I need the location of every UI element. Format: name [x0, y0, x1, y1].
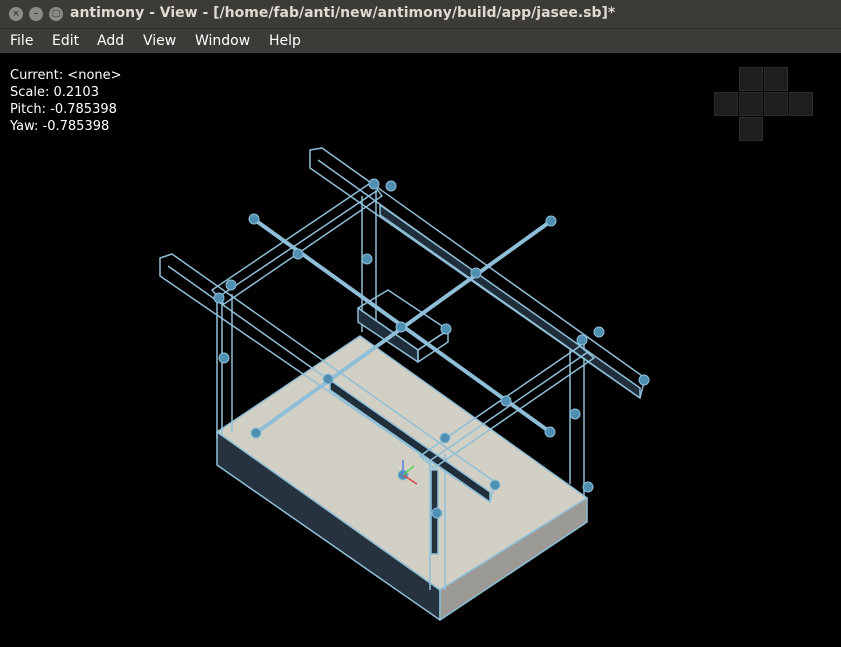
handle-corner-left-b[interactable]	[213, 292, 225, 304]
menu-view[interactable]: View	[143, 33, 176, 49]
minimize-icon[interactable]: –	[29, 7, 43, 21]
3d-scene	[159, 147, 650, 621]
handle-carriage-b[interactable]	[440, 323, 452, 335]
menu-window[interactable]: Window	[195, 33, 250, 49]
handle-rod-b-mid[interactable]	[470, 267, 482, 279]
handle-post-back[interactable]	[361, 253, 373, 265]
title-bar: × – □ antimony - View - [/home/fab/anti/…	[0, 0, 841, 28]
handle-crossbeam-right[interactable]	[439, 432, 451, 444]
handle-post-right[interactable]	[569, 408, 581, 420]
handle-corner-right-b[interactable]	[593, 326, 605, 338]
handle-rod-b-end[interactable]	[545, 215, 557, 227]
handle-rod-a-end[interactable]	[544, 426, 556, 438]
handle-rail-back-mid[interactable]	[500, 395, 512, 407]
menu-edit[interactable]: Edit	[52, 33, 79, 49]
3d-viewport[interactable]: Current: <none> Scale: 0.2103 Pitch: -0.…	[0, 53, 841, 647]
handle-rod-a-mid[interactable]	[292, 248, 304, 260]
menu-file[interactable]: File	[10, 33, 33, 49]
handle-corner-left[interactable]	[225, 279, 237, 291]
handle-rod-b-start[interactable]	[250, 427, 262, 439]
handle-top-b[interactable]	[385, 180, 397, 192]
handle-rail-front-mid[interactable]	[322, 373, 334, 385]
maximize-icon[interactable]: □	[49, 7, 63, 21]
handle-corner-right-a[interactable]	[576, 334, 588, 346]
handle-corner-front-right[interactable]	[582, 481, 594, 493]
handle-top-a[interactable]	[368, 178, 380, 190]
handle-post-left[interactable]	[218, 352, 230, 364]
post-left	[216, 294, 233, 438]
handle-rail-back-end[interactable]	[638, 374, 650, 386]
window-title: antimony - View - [/home/fab/anti/new/an…	[70, 5, 616, 21]
close-icon[interactable]: ×	[9, 7, 23, 21]
menu-help[interactable]: Help	[269, 33, 301, 49]
handle-post-front[interactable]	[431, 507, 443, 519]
menu-bar: File Edit Add View Window Help	[0, 28, 841, 53]
handle-rod-a-start[interactable]	[248, 213, 260, 225]
menu-add[interactable]: Add	[97, 33, 124, 49]
handle-carriage[interactable]	[395, 321, 407, 333]
handle-rail-front-end[interactable]	[489, 479, 501, 491]
